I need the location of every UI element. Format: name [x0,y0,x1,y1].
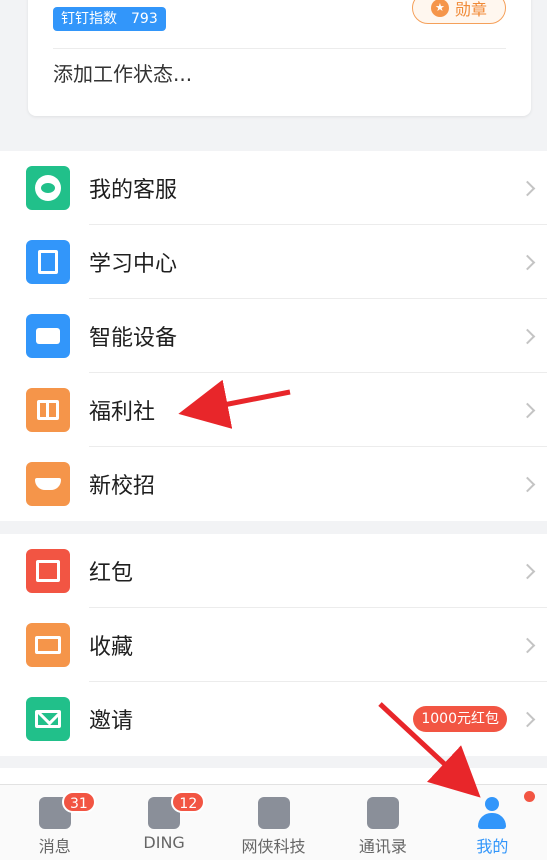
gift-icon [26,388,70,432]
bottom-tab-bar: 31 消息 12 DING 网侠科技 通讯录 我的 [0,784,547,860]
profile-card: 钉钉指数 793 ★ 勋章 添加工作状态... [28,0,531,116]
book-icon [26,240,70,284]
person-icon [476,797,508,829]
profile-section: 钉钉指数 793 ★ 勋章 添加工作状态... [0,0,547,140]
menu-item-label: 红包 [89,561,134,586]
divider [53,48,506,49]
tab-workbench[interactable]: 网侠科技 [219,785,328,860]
tab-ding[interactable]: 12 DING [109,785,218,860]
medal-button[interactable]: ★ 勋章 [412,0,506,24]
chevron-right-icon [519,254,536,270]
next-group-edge [0,768,547,784]
favorites-icon [26,623,70,667]
chevron-right-icon [519,637,536,653]
menu-item-label: 福利社 [89,400,156,425]
chevron-right-icon [519,563,536,579]
tab-messages[interactable]: 31 消息 [0,785,109,860]
menu-item-welfare[interactable]: 福利社 [0,373,547,447]
index-label: 钉钉指数 [61,11,117,27]
device-icon [26,314,70,358]
chevron-right-icon [519,328,536,344]
menu-group-2: 红包 收藏 邀请 1000元红包 [0,534,547,756]
tab-label: 网侠科技 [241,837,306,856]
workbench-grid-icon [257,797,290,829]
invite-mail-icon [26,697,70,741]
notification-dot [524,791,536,802]
work-status-input[interactable]: 添加工作状态... [53,58,192,87]
service-icon [26,166,70,210]
red-packet-reward-badge: 1000元红包 [413,706,507,732]
chevron-right-icon [519,180,536,196]
menu-item-label: 收藏 [89,635,134,660]
menu-item-campus-recruit[interactable]: 新校招 [0,447,547,521]
chevron-right-icon [519,476,536,492]
menu-item-learning-center[interactable]: 学习中心 [0,225,547,299]
graduation-cap-icon [26,462,70,506]
tab-me[interactable]: 我的 [438,785,547,860]
red-packet-icon [26,549,70,593]
menu-group-1: 我的客服 学习中心 智能设备 福利社 新校招 [0,151,547,521]
unread-badge: 31 [62,791,96,813]
menu-item-label: 新校招 [89,474,156,499]
contacts-icon [366,797,399,829]
menu-item-label: 我的客服 [89,178,178,203]
index-value: 793 [131,11,158,27]
star-icon: ★ [430,0,449,17]
menu-item-invite[interactable]: 邀请 1000元红包 [0,682,547,756]
dingtalk-index-badge[interactable]: 钉钉指数 793 [53,7,166,31]
medal-label: 勋章 [454,0,487,19]
menu-item-customer-service[interactable]: 我的客服 [0,151,547,225]
chevron-right-icon [519,711,536,727]
menu-item-label: 邀请 [89,709,134,734]
unread-badge: 12 [171,791,206,813]
chevron-right-icon [519,402,536,418]
menu-item-label: 智能设备 [89,326,178,351]
tab-label: 通讯录 [358,837,407,856]
menu-item-red-packet[interactable]: 红包 [0,534,547,608]
menu-item-label: 学习中心 [89,252,178,277]
tab-label: 消息 [38,837,71,856]
tab-contacts[interactable]: 通讯录 [328,785,437,860]
tab-label: 我的 [476,837,509,856]
menu-item-smart-devices[interactable]: 智能设备 [0,299,547,373]
menu-item-favorites[interactable]: 收藏 [0,608,547,682]
tab-label: DING [143,833,185,852]
